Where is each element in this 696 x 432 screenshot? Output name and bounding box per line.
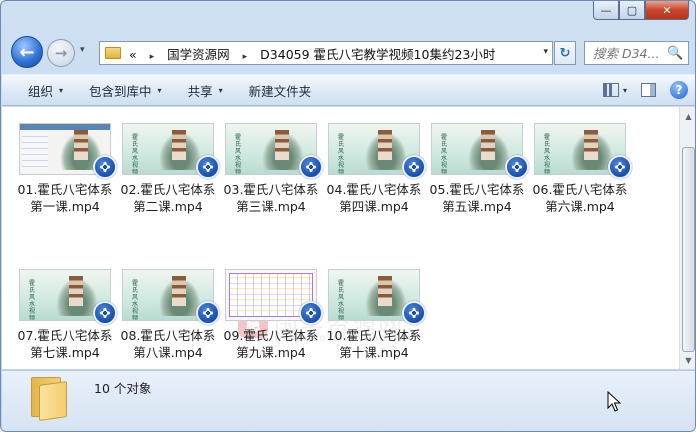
refresh-button[interactable]: ↻ (554, 41, 576, 65)
media-player-icon (196, 155, 220, 179)
scroll-down-button[interactable]: ▼ (681, 352, 695, 368)
thumbnail-title: 霍氏风水视频 (337, 280, 344, 321)
media-player-icon (402, 301, 426, 325)
file-name: 04.霍氏八宅体系第四课.mp4 (326, 182, 422, 214)
share-button[interactable]: 共享 ▾ (175, 75, 236, 105)
search-input[interactable] (593, 45, 665, 61)
file-item[interactable]: 01.霍氏八宅体系第一课.mp4 (15, 123, 117, 215)
media-player-icon (608, 155, 632, 179)
file-name: 02.霍氏八宅体系第二课.mp4 (120, 182, 216, 214)
file-item[interactable]: 09.霍氏八宅体系第九课.mp4 (221, 269, 323, 361)
file-item[interactable]: 霍氏风水视频 04.霍氏八宅体系第四课.mp4 (324, 123, 426, 215)
item-count: 10 个对象 (94, 381, 152, 396)
new-folder-button[interactable]: 新建文件夹 (236, 75, 325, 105)
media-player-icon (299, 155, 323, 179)
media-player-icon (93, 301, 117, 325)
share-label: 共享 (187, 83, 213, 99)
breadcrumb-segment-site[interactable]: 国学资源网 (167, 47, 230, 62)
thumbnail-title: 霍氏风水视频 (337, 134, 344, 175)
folder-icon (105, 47, 121, 59)
include-in-library-button[interactable]: 包含到库中 ▾ (76, 75, 175, 105)
file-list-pane[interactable]: 慧 国学资源网 www.guoxueziyuan.com ▲ ▼ 01.霍氏八宅… (2, 107, 695, 369)
file-name: 05.霍氏八宅体系第五课.mp4 (429, 182, 525, 214)
file-name: 10.霍氏八宅体系第十课.mp4 (326, 328, 422, 360)
folder-icon (31, 375, 67, 421)
file-item[interactable]: 霍氏风水视频 05.霍氏八宅体系第五课.mp4 (427, 123, 529, 215)
media-player-icon (196, 301, 220, 325)
media-player-icon (299, 301, 323, 325)
breadcrumb-overflow[interactable]: « (129, 47, 137, 62)
media-player-icon (402, 155, 426, 179)
command-bar: 组织 ▾ 包含到库中 ▾ 共享 ▾ 新建文件夹 ▾ ? (2, 74, 695, 106)
breadcrumb-separator: ▸ (149, 51, 155, 62)
vertical-scrollbar[interactable]: ▲ ▼ (679, 107, 695, 369)
breadcrumb: « ▸ 国学资源网 ▸ D34059 霍氏八宅教学视频10集约23小时 (129, 44, 495, 63)
address-bar[interactable]: « ▸ 国学资源网 ▸ D34059 霍氏八宅教学视频10集约23小时 ▾ (99, 41, 553, 65)
minimize-button[interactable]: — (593, 1, 619, 20)
scrollbar-thumb[interactable] (682, 147, 695, 352)
thumbnail-title: 霍氏风水视频 (131, 134, 138, 175)
help-icon[interactable]: ? (670, 81, 688, 99)
media-player-icon (93, 155, 117, 179)
refresh-icon: ↻ (559, 45, 571, 61)
search-box[interactable]: 🔍 (584, 41, 689, 65)
breadcrumb-separator: ▸ (242, 51, 248, 62)
search-icon[interactable]: 🔍 (667, 46, 683, 61)
back-button[interactable]: ← (11, 36, 43, 68)
chevron-down-icon: ▾ (157, 85, 162, 95)
organize-button[interactable]: 组织 ▾ (2, 75, 76, 105)
media-player-icon (505, 155, 529, 179)
file-item[interactable]: 霍氏风水视频 10.霍氏八宅体系第十课.mp4 (324, 269, 426, 361)
close-button[interactable]: ✕ (645, 1, 689, 20)
preview-pane-icon[interactable] (641, 83, 656, 97)
thumbnail-title: 霍氏风水视频 (234, 134, 241, 175)
file-item[interactable]: 霍氏风水视频 06.霍氏八宅体系第六课.mp4 (530, 123, 632, 215)
breadcrumb-segment-folder[interactable]: D34059 霍氏八宅教学视频10集约23小时 (260, 47, 495, 62)
back-arrow-icon: ← (19, 41, 35, 63)
maximize-button[interactable]: ▢ (619, 1, 645, 20)
details-pane: 10 个对象 (2, 370, 695, 431)
file-name: 08.霍氏八宅体系第八课.mp4 (120, 328, 216, 360)
caption-buttons: — ▢ ✕ (593, 1, 689, 20)
forward-button[interactable]: → (47, 39, 75, 67)
thumbnail-title: 霍氏风水视频 (28, 280, 35, 321)
organize-label: 组织 (28, 83, 54, 99)
mouse-pointer-icon (607, 391, 621, 412)
file-item[interactable]: 霍氏风水视频 03.霍氏八宅体系第三课.mp4 (221, 123, 323, 215)
forward-arrow-icon: → (54, 44, 68, 62)
toolbar-right-group: ▾ ? (602, 81, 688, 99)
file-item[interactable]: 霍氏风水视频 02.霍氏八宅体系第二课.mp4 (118, 123, 220, 215)
file-name: 03.霍氏八宅体系第三课.mp4 (223, 182, 319, 214)
file-name: 09.霍氏八宅体系第九课.mp4 (223, 328, 319, 360)
change-view-icon[interactable] (602, 83, 619, 97)
file-item[interactable]: 霍氏风水视频 08.霍氏八宅体系第八课.mp4 (118, 269, 220, 361)
thumbnail-title: 霍氏风水视频 (440, 134, 447, 175)
address-dropdown-icon[interactable]: ▾ (543, 47, 548, 57)
navigation-bar: ← → ▾ « ▸ 国学资源网 ▸ D34059 霍氏八宅教学视频10集约23小… (1, 31, 695, 71)
recent-pages-dropdown[interactable]: ▾ (80, 45, 92, 59)
file-name: 06.霍氏八宅体系第六课.mp4 (532, 182, 628, 214)
chevron-down-icon: ▾ (218, 85, 223, 95)
view-options-dropdown-icon[interactable]: ▾ (623, 86, 627, 95)
include-in-library-label: 包含到库中 (89, 83, 152, 99)
chevron-down-icon: ▾ (59, 85, 64, 95)
thumbnail-title: 霍氏风水视频 (131, 280, 138, 321)
file-item[interactable]: 霍氏风水视频 07.霍氏八宅体系第七课.mp4 (15, 269, 117, 361)
thumbnail-title: 霍氏风水视频 (543, 134, 550, 175)
file-name: 01.霍氏八宅体系第一课.mp4 (17, 182, 113, 214)
new-folder-label: 新建文件夹 (248, 83, 312, 99)
scroll-up-button[interactable]: ▲ (681, 108, 695, 124)
explorer-window: — ▢ ✕ ← → ▾ « ▸ 国学资源网 ▸ D34059 霍氏八宅教学视频1… (0, 0, 696, 432)
file-name: 07.霍氏八宅体系第七课.mp4 (17, 328, 113, 360)
